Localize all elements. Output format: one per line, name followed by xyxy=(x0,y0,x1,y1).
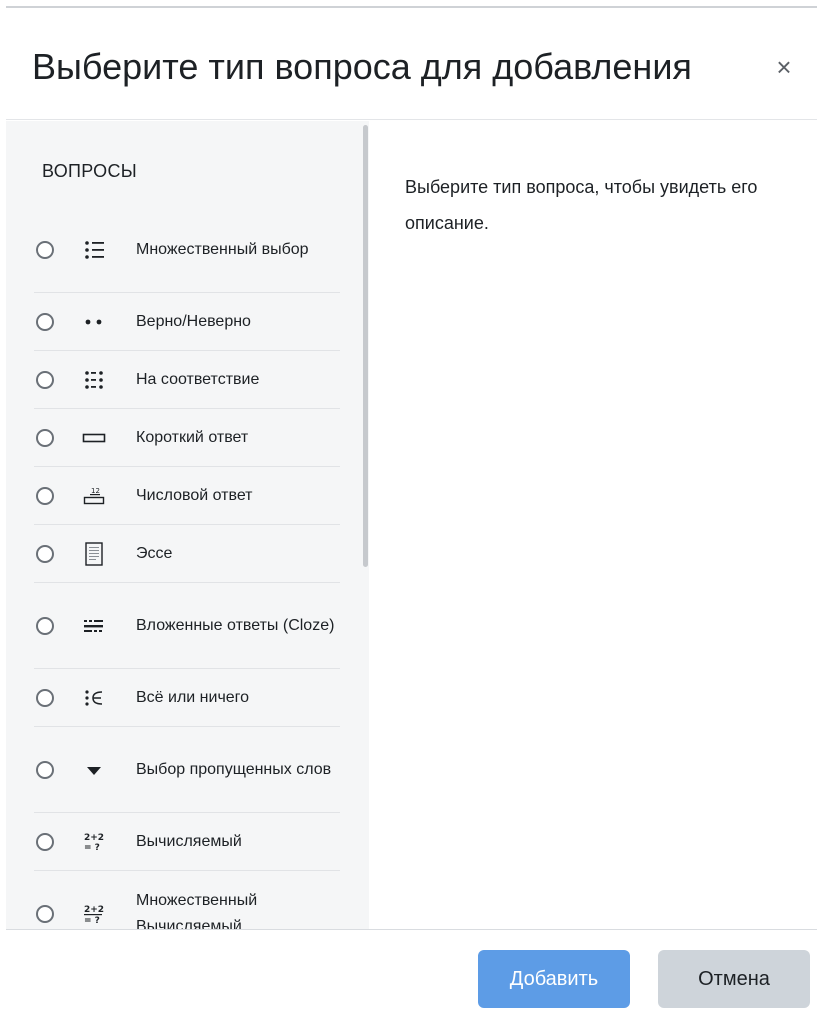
question-type-radio[interactable] xyxy=(36,312,54,331)
question-type-label: Эссе xyxy=(136,544,173,562)
calculated-icon: 2+2 = ? xyxy=(82,830,106,854)
question-type-row[interactable]: Множественный выбор xyxy=(34,207,340,293)
question-type-label: Верно/Неверно xyxy=(136,312,251,330)
question-type-row[interactable]: 12 Числовой ответ xyxy=(34,467,340,525)
question-type-label: Вычисляемый xyxy=(136,832,242,850)
section-label: ВОПРОСЫ xyxy=(42,161,137,181)
close-icon[interactable]: × xyxy=(769,52,799,82)
question-type-row[interactable]: 2+2 = ? Множественный Вычисляемый xyxy=(34,871,340,929)
question-type-radio[interactable] xyxy=(36,486,54,505)
shortanswer-icon xyxy=(82,426,106,450)
question-type-panel: ВОПРОСЫ Множественный выбор Верно/Неверно… xyxy=(6,121,369,929)
question-type-label: Множественный выбор xyxy=(136,240,309,258)
essay-icon xyxy=(82,541,106,566)
question-type-radio[interactable] xyxy=(36,905,54,923)
dialog-header: Выберите тип вопроса для добавления × xyxy=(6,8,817,120)
allornothing-icon xyxy=(82,686,106,710)
description-panel: Выберите тип вопроса, чтобы увидеть его … xyxy=(369,121,817,929)
svg-text:2+2: 2+2 xyxy=(84,905,104,915)
question-type-row[interactable]: Вложенные ответы (Cloze) xyxy=(34,583,340,669)
cloze-icon xyxy=(82,614,106,638)
question-type-label: Числовой ответ xyxy=(136,486,253,504)
question-type-radio[interactable] xyxy=(36,544,54,563)
question-type-row[interactable]: На соответствие xyxy=(34,351,340,409)
question-type-radio[interactable] xyxy=(36,428,54,447)
question-type-radio[interactable] xyxy=(36,688,54,707)
question-type-label: Всё или ничего xyxy=(136,688,250,706)
add-button[interactable]: Добавить xyxy=(478,950,630,1008)
description-text: Выберите тип вопроса, чтобы увидеть его … xyxy=(405,177,758,233)
question-type-row[interactable]: Выбор пропущенных слов xyxy=(34,727,340,813)
add-question-dialog: Выберите тип вопроса для добавления × ВО… xyxy=(6,6,817,1025)
question-type-radio[interactable] xyxy=(36,832,54,851)
svg-text:12: 12 xyxy=(91,487,100,495)
question-type-row[interactable]: Всё или ничего xyxy=(34,669,340,727)
match-icon xyxy=(82,368,106,392)
question-type-radio[interactable] xyxy=(36,616,54,635)
question-type-radio[interactable] xyxy=(36,240,54,259)
question-type-radio[interactable] xyxy=(36,760,54,779)
dialog-title: Выберите тип вопроса для добавления xyxy=(32,46,692,87)
cancel-button[interactable]: Отмена xyxy=(658,950,810,1008)
multichoice-icon xyxy=(82,238,106,262)
svg-text:2+2: 2+2 xyxy=(84,833,104,843)
scrollbar[interactable] xyxy=(363,125,368,567)
truefalse-icon xyxy=(82,310,106,334)
question-type-row[interactable]: Короткий ответ xyxy=(34,409,340,467)
dialog-footer: Добавить Отмена xyxy=(6,929,817,1025)
question-type-row[interactable]: 2+2 = ? Вычисляемый xyxy=(34,813,340,871)
numerical-icon: 12 xyxy=(82,484,106,508)
question-type-label: Выбор пропущенных слов xyxy=(136,760,332,778)
gapselect-icon xyxy=(82,758,106,782)
calculatedmulti-icon: 2+2 = ? xyxy=(82,902,106,926)
question-type-row[interactable]: Верно/Неверно xyxy=(34,293,340,351)
svg-text:= ?: = ? xyxy=(84,916,100,926)
dialog-body: ВОПРОСЫ Множественный выбор Верно/Неверно… xyxy=(6,121,817,929)
question-type-list: Множественный выбор Верно/Неверно На соотв… xyxy=(34,207,340,929)
question-type-label: Множественный Вычисляемый xyxy=(136,892,258,929)
svg-text:= ?: = ? xyxy=(84,843,100,853)
question-type-label: Вложенные ответы (Cloze) xyxy=(136,616,335,634)
question-type-label: На соответствие xyxy=(136,370,260,388)
question-type-label: Короткий ответ xyxy=(136,428,249,446)
question-type-row[interactable]: Эссе xyxy=(34,525,340,583)
question-type-radio[interactable] xyxy=(36,370,54,389)
